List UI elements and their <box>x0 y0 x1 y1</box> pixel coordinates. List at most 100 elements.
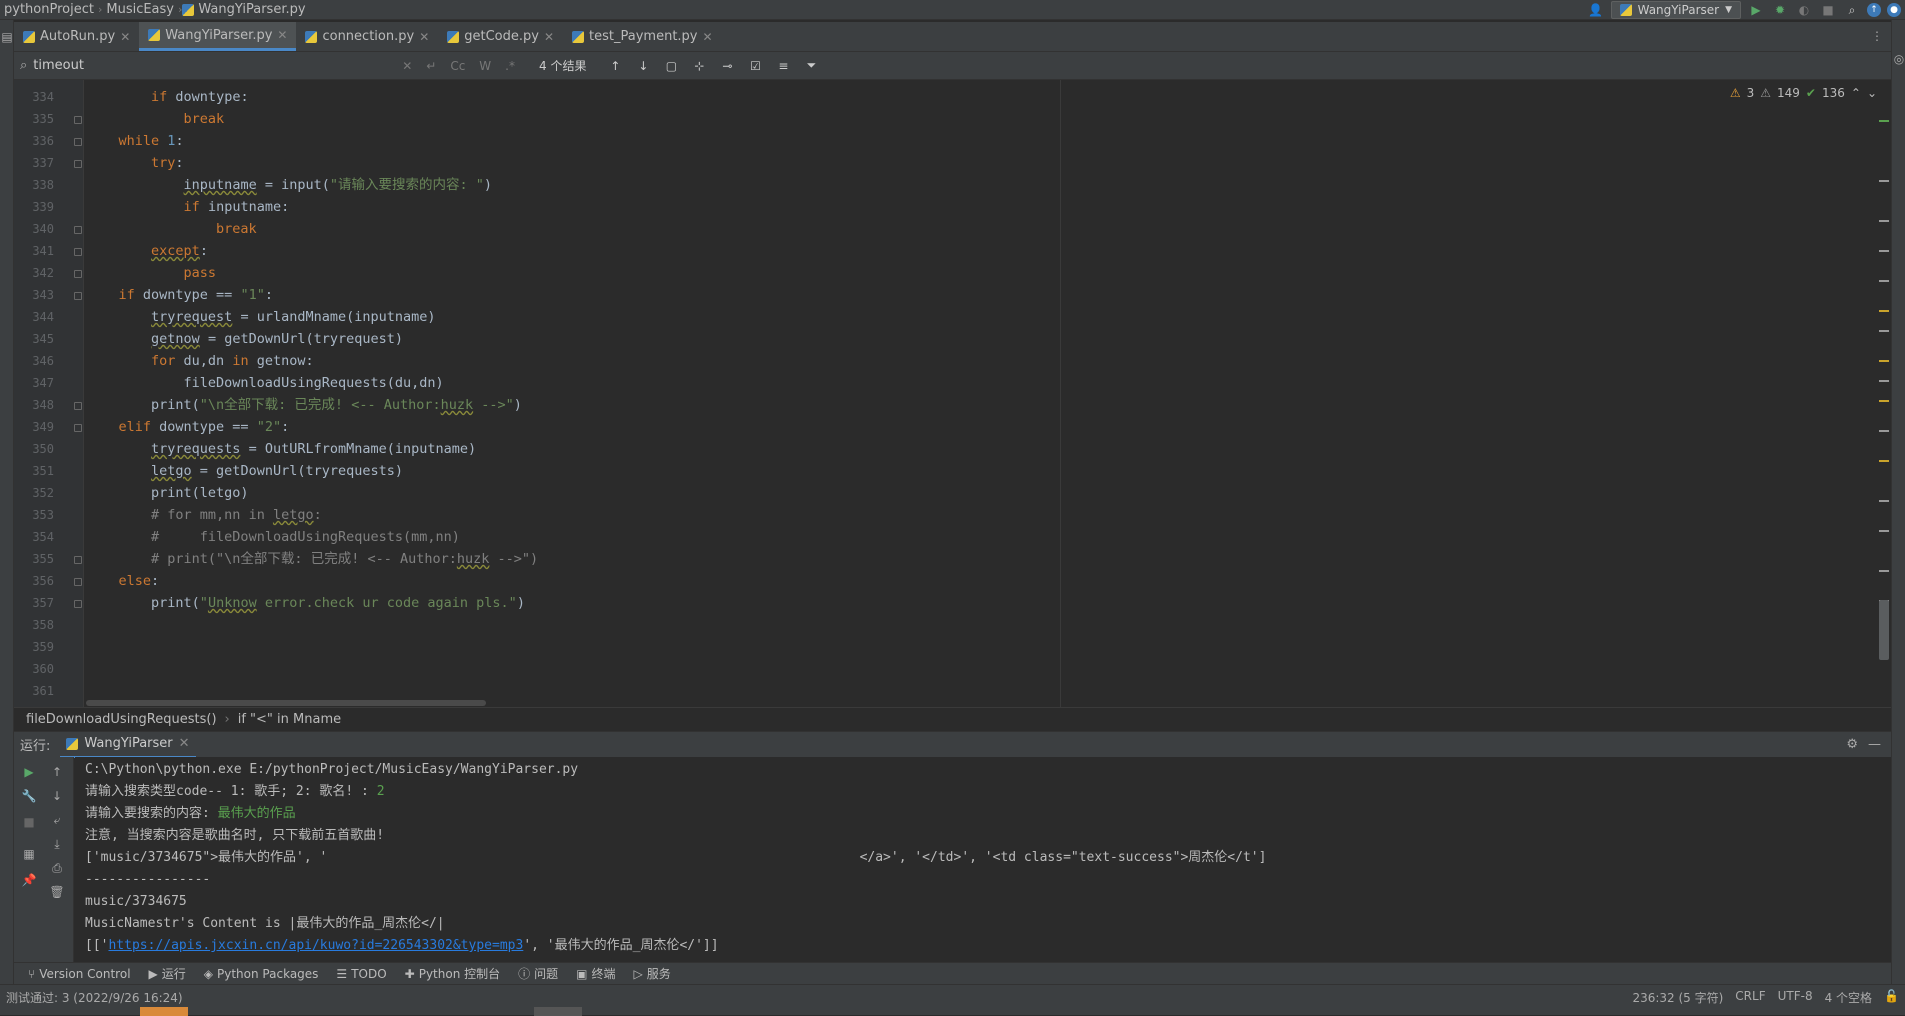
arrow-up-icon[interactable]: ↑ <box>48 763 66 781</box>
add-occurrence-icon[interactable]: ⊹ <box>690 57 708 75</box>
scroll-marker[interactable] <box>1879 430 1889 432</box>
scroll-marker[interactable] <box>1879 460 1889 462</box>
code-line[interactable]: fileDownloadUsingRequests(du,dn) <box>86 372 444 394</box>
plugin-icon[interactable]: ● <box>1887 3 1901 17</box>
code-line[interactable]: pass <box>86 262 217 284</box>
editor-scrollbar[interactable] <box>1877 80 1891 707</box>
fold-marker-icon[interactable] <box>74 116 82 124</box>
newline-icon[interactable]: ↵ <box>422 59 440 73</box>
project-tool-icon[interactable]: ▤ <box>0 28 14 46</box>
scroll-marker[interactable] <box>1879 570 1889 572</box>
scroll-marker[interactable] <box>1879 220 1889 222</box>
update-icon[interactable]: ↑ <box>1867 3 1881 17</box>
tool-services[interactable]: ▷ 服务 <box>634 965 671 982</box>
select-all-icon[interactable]: ▢ <box>662 57 680 75</box>
code-line[interactable]: for du,dn in getnow: <box>86 350 314 372</box>
scroll-marker[interactable] <box>1879 250 1889 252</box>
print-icon[interactable]: ⎙ <box>48 859 66 877</box>
select-all-occurrences-icon[interactable]: ☑ <box>746 57 764 75</box>
fold-marker-icon[interactable] <box>74 424 82 432</box>
scroll-marker[interactable] <box>1879 530 1889 532</box>
code-line[interactable]: letgo = getDownUrl(tryrequests) <box>86 460 403 482</box>
chevron-down-icon[interactable]: ⌄ <box>1867 86 1877 100</box>
minimize-icon[interactable]: — <box>1868 737 1881 752</box>
pin-icon[interactable]: 📌 <box>20 871 38 889</box>
scroll-marker[interactable] <box>1879 310 1889 312</box>
tool-problems[interactable]: ⓘ 问题 <box>518 965 558 982</box>
code-line[interactable]: # for mm,nn in letgo: <box>86 504 322 526</box>
stop-icon[interactable]: ■ <box>20 813 38 831</box>
remove-occurrence-icon[interactable]: ⊸ <box>718 57 736 75</box>
match-case-toggle[interactable]: Cc <box>446 59 469 73</box>
debug-icon[interactable]: ✹ <box>1771 1 1789 19</box>
console-output[interactable]: C:\Python\python.exe E:/pythonProject/Mu… <box>75 757 1885 962</box>
regex-toggle[interactable]: .* <box>501 59 519 73</box>
tool-python-packages[interactable]: ◈ Python Packages <box>204 967 319 981</box>
notifications-icon[interactable]: ◎ <box>1892 50 1905 68</box>
code-line[interactable]: getnow = getDownUrl(tryrequest) <box>86 328 403 350</box>
chevron-up-icon[interactable]: ⌃ <box>1851 86 1861 100</box>
code-line[interactable]: print(letgo) <box>86 482 249 504</box>
close-icon[interactable]: ✕ <box>544 30 554 44</box>
search-field[interactable]: ⌕ timeout ✕ ↵ Cc W .* <box>14 54 519 78</box>
scroll-marker[interactable] <box>1879 330 1889 332</box>
code-line[interactable]: # fileDownloadUsingRequests(mm,nn) <box>86 526 460 548</box>
trash-icon[interactable]: 🗑 <box>48 883 66 901</box>
coverage-icon[interactable]: ◐ <box>1795 1 1813 19</box>
line-ending[interactable]: CRLF <box>1735 989 1765 1006</box>
code-line[interactable]: # print("\n全部下载: 已完成! <-- Author:huzk --… <box>86 548 538 570</box>
prev-match-icon[interactable]: ↑ <box>606 57 624 75</box>
fold-marker-icon[interactable] <box>74 578 82 586</box>
tool-todo[interactable]: ☰ TODO <box>336 967 386 981</box>
console-link[interactable]: https://apis.jxcxin.cn/api/kuwo?id=22654… <box>108 938 523 953</box>
breadcrumb-folder[interactable]: MusicEasy <box>102 2 178 17</box>
code-line[interactable]: break <box>86 108 225 130</box>
fold-marker-icon[interactable] <box>74 226 82 234</box>
code-line[interactable]: inputname = input("请输入要搜索的内容: ") <box>86 174 492 196</box>
scroll-thumb[interactable] <box>1879 600 1889 660</box>
fold-marker-icon[interactable] <box>74 160 82 168</box>
search-input[interactable]: timeout <box>33 58 392 73</box>
fold-marker-icon[interactable] <box>74 292 82 300</box>
horizontal-scrollbar[interactable] <box>86 700 486 706</box>
user-icon[interactable]: 👤 <box>1587 1 1605 19</box>
status-message[interactable]: 测试通过: 3 (2022/9/26 16:24) <box>6 989 183 1006</box>
close-icon[interactable]: ✕ <box>120 30 130 44</box>
tabs-menu-icon[interactable]: ⋮ <box>1863 22 1891 51</box>
fold-marker-icon[interactable] <box>74 270 82 278</box>
code-line[interactable]: elif downtype == "2": <box>86 416 290 438</box>
layout-icon[interactable]: ▦ <box>20 845 38 863</box>
code-line[interactable]: print("\n全部下载: 已完成! <-- Author:huzk -->"… <box>86 394 522 416</box>
indent-setting[interactable]: 4 个空格 <box>1825 989 1872 1006</box>
tab-autorun[interactable]: AutoRun.py ✕ <box>14 22 139 51</box>
tool-run[interactable]: ▶ 运行 <box>149 965 186 982</box>
words-toggle[interactable]: W <box>475 59 495 73</box>
scroll-marker[interactable] <box>1879 380 1889 382</box>
code-line[interactable]: if inputname: <box>86 196 290 218</box>
wrench-icon[interactable]: 🔧 <box>20 787 38 805</box>
tab-getcode[interactable]: getCode.py ✕ <box>438 22 563 51</box>
fold-marker-icon[interactable] <box>74 556 82 564</box>
code-area[interactable]: if downtype: break while 1: try: inputna… <box>86 80 1086 707</box>
code-line[interactable]: except: <box>86 240 208 262</box>
scroll-marker[interactable] <box>1879 180 1889 182</box>
code-line[interactable]: if downtype: <box>86 86 249 108</box>
file-encoding[interactable]: UTF-8 <box>1778 989 1813 1006</box>
close-icon[interactable]: ✕ <box>703 30 713 44</box>
code-line[interactable]: break <box>86 218 257 240</box>
lock-icon[interactable]: 🔓 <box>1884 989 1899 1006</box>
fold-marker-icon[interactable] <box>74 138 82 146</box>
in-selection-icon[interactable]: ≡ <box>774 57 792 75</box>
breadcrumb-file[interactable]: WangYiParser.py <box>194 2 309 17</box>
close-icon[interactable]: ✕ <box>179 736 190 751</box>
fold-marker-icon[interactable] <box>74 402 82 410</box>
filter-icon[interactable]: ⏷ <box>802 57 820 75</box>
breadcrumb-project[interactable]: pythonProject <box>0 2 98 17</box>
inspection-widget[interactable]: ⚠ 3 ⚠ 149 ✔ 136 ⌃ ⌄ <box>1730 86 1877 100</box>
fold-marker-icon[interactable] <box>74 248 82 256</box>
tab-wangyiparser[interactable]: WangYiParser.py ✕ <box>139 22 297 51</box>
code-line[interactable]: if downtype == "1": <box>86 284 273 306</box>
rerun-icon[interactable]: ▶ <box>20 763 38 781</box>
scroll-marker[interactable] <box>1879 120 1889 122</box>
stop-icon[interactable]: ■ <box>1819 1 1837 19</box>
